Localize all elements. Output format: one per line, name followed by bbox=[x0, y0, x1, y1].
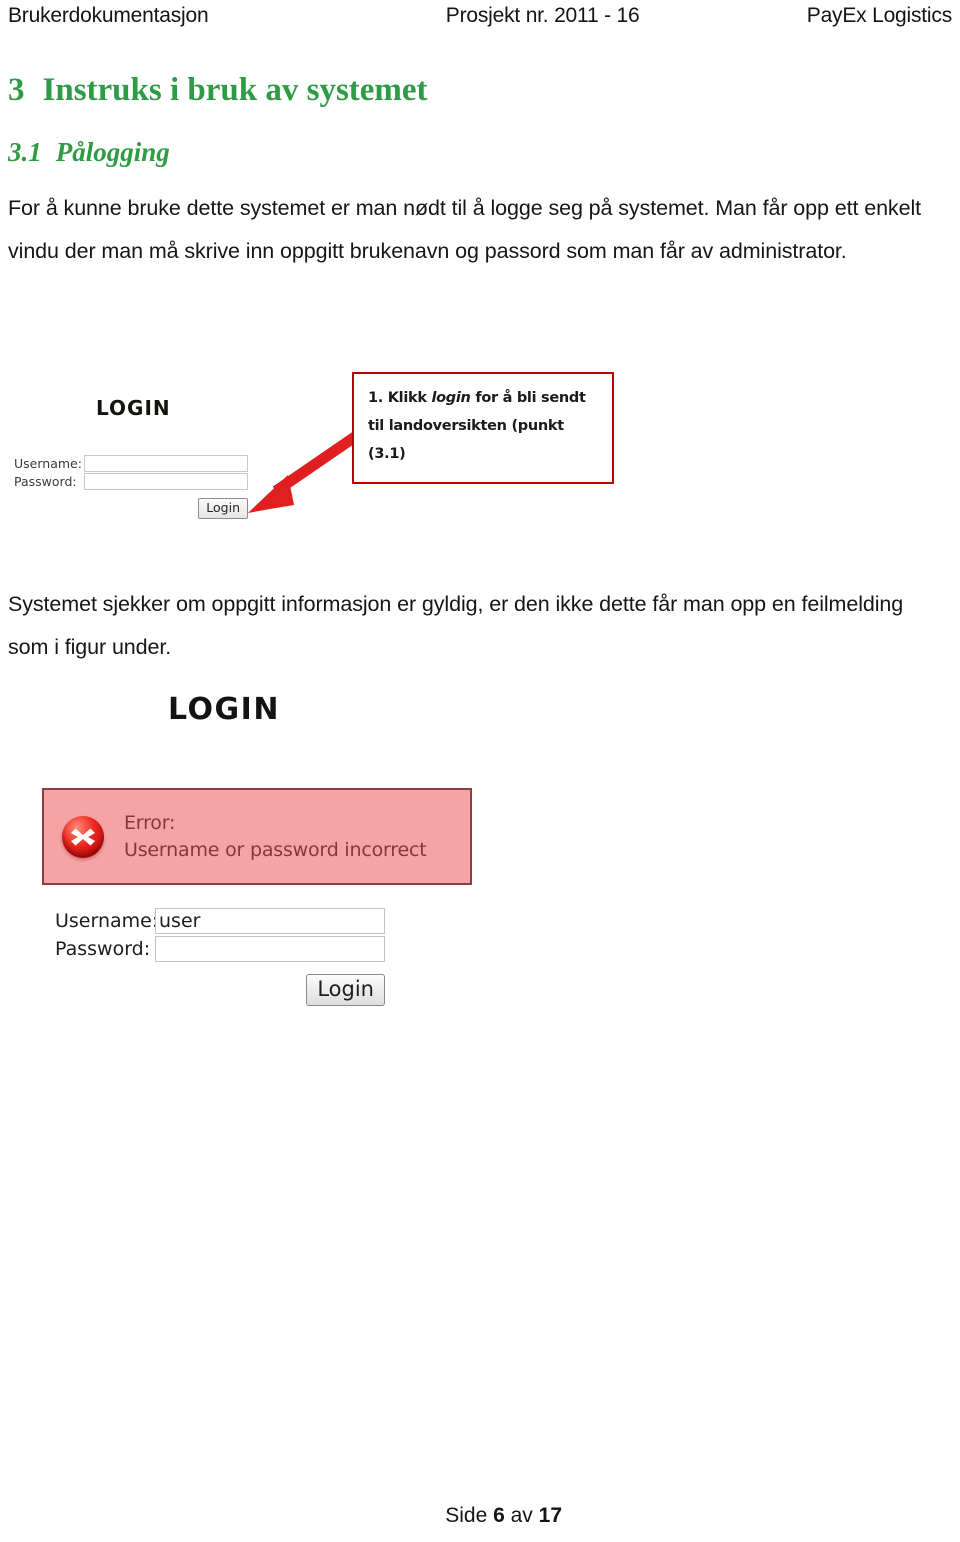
section-number: 3 bbox=[8, 72, 25, 108]
callout-line-1: 1. Klikk login for å bli sendt bbox=[368, 384, 600, 412]
figure2-username-input[interactable]: user bbox=[155, 908, 385, 934]
figure1-button-row: Login bbox=[14, 498, 248, 519]
figure2-login-button[interactable]: Login bbox=[306, 974, 385, 1006]
header-right-text: PayEx Logistics bbox=[806, 4, 952, 27]
figure1-password-row: Password: bbox=[14, 473, 248, 490]
figure2-login-title: LOGIN bbox=[168, 692, 280, 727]
figure2-password-row: Password: bbox=[55, 936, 385, 962]
subsection-heading-3-1: 3.1 Pålogging bbox=[8, 137, 170, 168]
figure2-username-label: Username: bbox=[55, 910, 159, 932]
figure1-password-label: Password: bbox=[14, 474, 77, 489]
figure1-login-title: LOGIN bbox=[96, 396, 171, 420]
section-title: Instruks i bruk av systemet bbox=[42, 72, 428, 108]
callout-line-3: (3.1) bbox=[368, 446, 406, 462]
annotation-callout-box: 1. Klikk login for å bli sendt til lando… bbox=[352, 372, 614, 484]
figure-login-error: LOGIN Error: Username or password incorr… bbox=[0, 680, 520, 1020]
callout-line-2: til landoversikten (punkt bbox=[368, 418, 564, 434]
figure2-password-label: Password: bbox=[55, 938, 151, 960]
subsection-number: 3.1 bbox=[8, 137, 42, 167]
figure1-login-fields: Username: Password: Login bbox=[14, 455, 248, 519]
footer-total-pages: 17 bbox=[538, 1504, 562, 1527]
figure1-password-input[interactable] bbox=[84, 473, 248, 490]
paragraph-error-intro: Systemet sjekker om oppgitt informasjon … bbox=[8, 592, 904, 659]
error-circle-x-icon bbox=[62, 815, 104, 858]
figure1-login-button[interactable]: Login bbox=[198, 498, 248, 519]
figure2-username-row: Username: user bbox=[55, 908, 385, 934]
paragraph-intro: For å kunne bruke dette systemet er man … bbox=[8, 196, 921, 263]
footer-prefix: Side bbox=[445, 1504, 494, 1527]
figure1-username-row: Username: bbox=[14, 455, 248, 472]
callout-line1-after: for å bli sendt bbox=[470, 390, 586, 406]
figure2-login-fields: Username: user Password: Login bbox=[55, 908, 385, 1006]
footer-middle: av bbox=[504, 1504, 539, 1527]
figure2-password-input[interactable] bbox=[155, 936, 385, 962]
figure1-username-label: Username: bbox=[14, 456, 82, 471]
callout-line1-italic: login bbox=[431, 390, 471, 406]
figure2-button-row: Login bbox=[55, 974, 385, 1006]
error-message-text: Error: Username or password incorrect bbox=[124, 810, 427, 864]
header-left-text: Brukerdokumentasjon bbox=[8, 4, 209, 27]
figure1-username-input[interactable] bbox=[84, 455, 248, 472]
error-label: Error: bbox=[124, 811, 176, 834]
section-heading-3: 3 Instruks i bruk av systemet bbox=[8, 72, 428, 109]
footer-page-number: 6 bbox=[493, 1504, 505, 1527]
callout-line1-before: 1. Klikk bbox=[368, 390, 432, 406]
error-detail: Username or password incorrect bbox=[124, 838, 427, 861]
page-footer: Side 6 av 17 bbox=[0, 1504, 952, 1528]
document-header: Brukerdokumentasjon Prosjekt nr. 2011 - … bbox=[8, 4, 952, 38]
subsection-title: Pålogging bbox=[55, 137, 170, 167]
header-center-text: Prosjekt nr. 2011 - 16 bbox=[445, 4, 640, 27]
error-message-box: Error: Username or password incorrect bbox=[42, 788, 472, 885]
